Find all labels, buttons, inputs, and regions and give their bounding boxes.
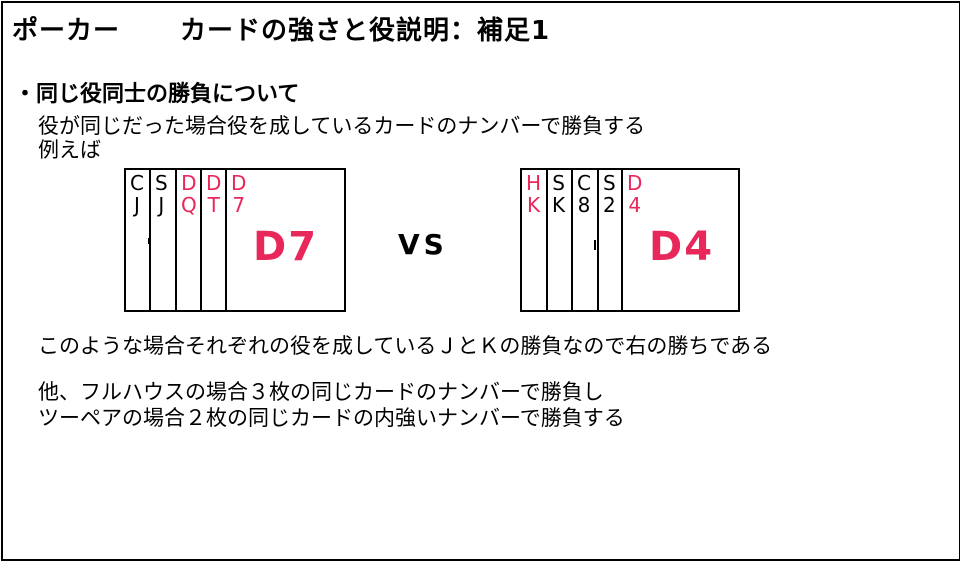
card-index: SJ bbox=[155, 171, 168, 217]
title-sub: カードの強さと役説明：補足1 bbox=[180, 16, 551, 46]
section-heading: ・同じ役同士の勝負について bbox=[14, 82, 300, 107]
title-main: ポーカー bbox=[12, 16, 121, 46]
page-title: ポーカー カードの強さと役説明：補足1 bbox=[12, 10, 550, 47]
card-left-5: D7 D7 bbox=[225, 168, 346, 312]
right-hand: HK SK C8 S2 D4 D4 bbox=[520, 168, 740, 314]
card-index: CJ bbox=[130, 171, 144, 217]
card-index: DT bbox=[206, 171, 222, 217]
two-pair-line: ツーペアの場合２枚の同じカードの内強いナンバーで勝負する bbox=[38, 406, 625, 430]
vs-label: VS bbox=[398, 228, 448, 261]
card-index: D7 bbox=[231, 171, 247, 217]
card-index: DQ bbox=[181, 171, 197, 217]
card-face-label: D7 bbox=[253, 224, 319, 270]
card-index: S2 bbox=[603, 171, 616, 217]
left-hand: CJ SJ DQ DT D7 D7 bbox=[124, 168, 346, 314]
card-index: C8 bbox=[577, 171, 591, 217]
explanation-line-2: 例えば bbox=[38, 138, 101, 162]
card-face-label: D4 bbox=[649, 224, 715, 270]
card-index: D4 bbox=[627, 171, 643, 217]
card-edge-mark bbox=[594, 240, 596, 250]
card-right-5: D4 D4 bbox=[621, 168, 740, 312]
card-index: HK bbox=[526, 171, 542, 217]
explanation-line-1: 役が同じだった場合役を成しているカードのナンバーで勝負する bbox=[38, 114, 646, 138]
card-index: SK bbox=[552, 171, 566, 217]
conclusion-line: このような場合それぞれの役を成しているＪとＫの勝負なので右の勝ちである bbox=[38, 334, 773, 358]
card-edge-mark bbox=[148, 238, 151, 244]
